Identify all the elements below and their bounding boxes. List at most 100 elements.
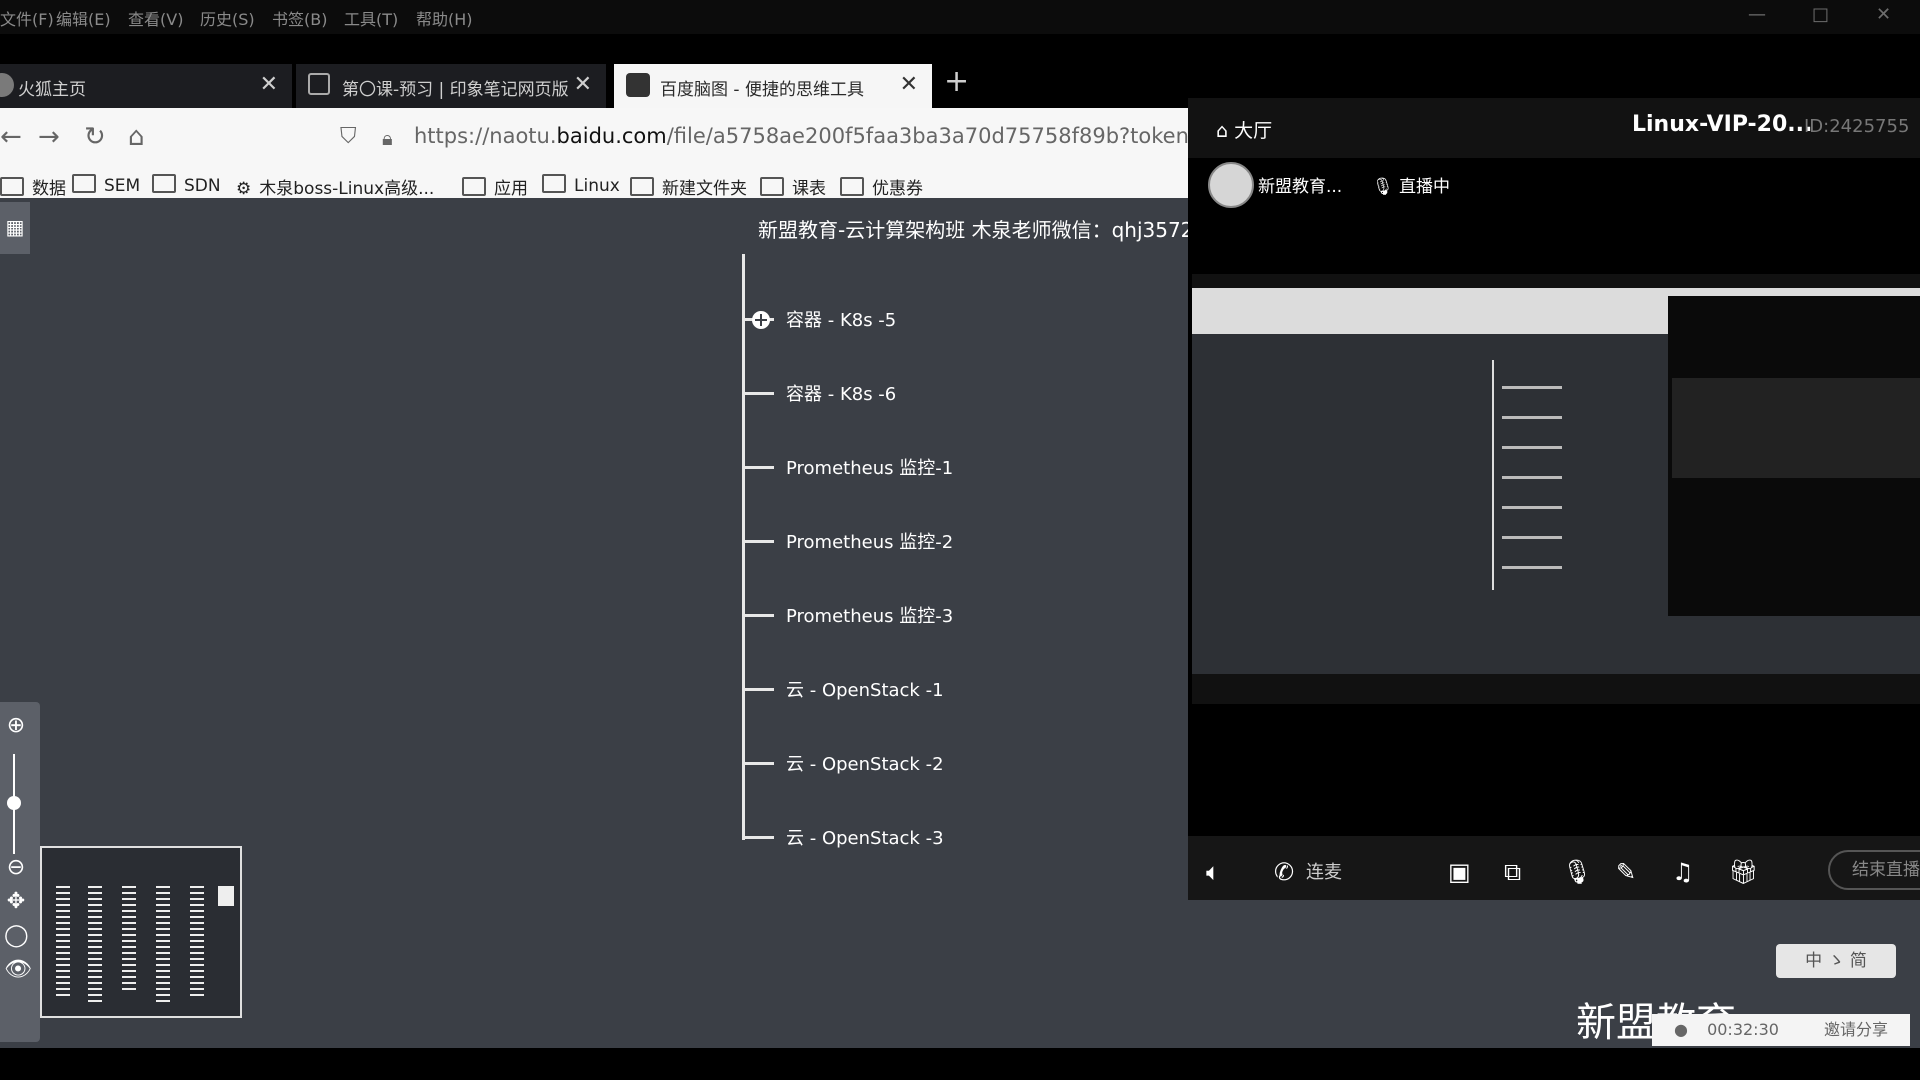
- mindmap-node[interactable]: 云 - OpenStack -1: [744, 676, 1004, 704]
- tab-firefox-home[interactable]: 火狐主页 ✕: [0, 64, 292, 108]
- mindmap-node[interactable]: Prometheus 监控-1: [744, 454, 1004, 482]
- preview-node: [1502, 416, 1562, 419]
- folder-icon: [0, 177, 24, 196]
- tab-baidu-naotu[interactable]: 百度脑图 - 便捷的思维工具 ✕: [614, 64, 932, 108]
- close-tab-icon[interactable]: ✕: [900, 72, 918, 97]
- bookmark-label: 优惠券: [872, 179, 923, 199]
- menu-view[interactable]: 查看(V): [128, 6, 183, 30]
- phone-icon[interactable]: ✆: [1274, 858, 1294, 886]
- reload-button[interactable]: ↻: [84, 122, 106, 152]
- mindmap-node[interactable]: 云 - OpenStack -2: [744, 750, 1004, 778]
- eye-icon[interactable]: 👁︎: [4, 958, 32, 982]
- preview-node: [1502, 386, 1562, 389]
- screen-share-icon[interactable]: ⧉: [1504, 858, 1521, 886]
- share-button[interactable]: 邀请分享: [1824, 1020, 1888, 1039]
- minimize-button[interactable]: —: [1748, 4, 1766, 25]
- apps-grid-icon[interactable]: ▦: [0, 202, 30, 254]
- bookmark-sem[interactable]: SEM: [72, 174, 140, 196]
- close-tab-icon[interactable]: ✕: [260, 72, 278, 97]
- menu-file[interactable]: 文件(F): [0, 6, 54, 30]
- minimap-column: [56, 886, 70, 996]
- locate-icon[interactable]: ◯: [4, 924, 29, 948]
- bookmark-label: SEM: [104, 176, 141, 196]
- preview-node: [1502, 536, 1562, 539]
- folder-icon: [152, 174, 176, 193]
- shield-icon[interactable]: ⛉: [340, 124, 357, 149]
- menu-edit[interactable]: 编辑(E): [56, 6, 111, 30]
- maximize-button[interactable]: □: [1812, 4, 1829, 25]
- bookmark-sdn[interactable]: SDN: [152, 174, 221, 196]
- mindmap-node[interactable]: 容器 - K8s -6: [744, 380, 1004, 408]
- home-button[interactable]: ⌂: [128, 122, 145, 152]
- bookmark-label: 新建文件夹: [662, 179, 747, 199]
- url-prefix: https://naotu.: [414, 124, 557, 148]
- preview-nested-screen: [1672, 378, 1920, 478]
- lock-icon[interactable]: 🔒︎: [382, 126, 393, 150]
- bookmark-apps[interactable]: 应用: [462, 174, 528, 199]
- bookmark-linux[interactable]: Linux: [542, 174, 620, 196]
- home-icon: ⌂: [1216, 120, 1235, 142]
- room-id: ID:2425755: [1804, 116, 1910, 137]
- minimap-column: [156, 886, 170, 1002]
- bookmark-data[interactable]: 数据: [0, 174, 66, 199]
- node-label: 云 - OpenStack -1: [786, 680, 944, 701]
- bookmark-coupons[interactable]: 优惠券: [840, 174, 923, 199]
- avatar[interactable]: [1208, 162, 1254, 208]
- live-toolbar: 🔈︎ ✆ 连麦 ▣ ⧉ 🎙︎ ✎ ♫ 🎁︎ 结束直播: [1188, 836, 1920, 900]
- menu-help[interactable]: 帮助(H): [416, 6, 473, 30]
- folder-icon: [760, 177, 784, 196]
- gift-icon[interactable]: 🎁︎: [1728, 858, 1758, 886]
- menu-history[interactable]: 历史(S): [200, 6, 255, 30]
- minimap-column: [190, 886, 204, 996]
- forward-button[interactable]: →: [38, 122, 60, 152]
- url-domain: baidu.com: [556, 124, 667, 148]
- zoom-panel: ⊕ ⊖ ✥ ◯ 👁︎: [0, 702, 40, 1042]
- stream-timer-bar: ● 00:32:30 邀请分享: [1652, 1014, 1910, 1046]
- host-name: 新盟教育...: [1258, 177, 1343, 197]
- close-window-button[interactable]: ✕: [1876, 4, 1891, 25]
- mic-link-button[interactable]: 连麦: [1306, 858, 1342, 884]
- camera-icon[interactable]: ▣: [1448, 858, 1471, 886]
- zoom-in-icon[interactable]: ⊕: [4, 714, 28, 738]
- music-icon[interactable]: ♫: [1672, 858, 1694, 886]
- node-label: 云 - OpenStack -3: [786, 828, 944, 849]
- edit-icon[interactable]: ✎: [1616, 858, 1636, 886]
- back-button[interactable]: ←: [0, 122, 22, 152]
- zoom-slider-thumb[interactable]: [7, 796, 21, 810]
- mindmap-node[interactable]: Prometheus 监控-2: [744, 528, 1004, 556]
- preview-node: [1502, 476, 1562, 479]
- mindmap-node[interactable]: Prometheus 监控-3: [744, 602, 1004, 630]
- zoom-out-icon[interactable]: ⊖: [4, 856, 28, 880]
- bookmark-new-folder[interactable]: 新建文件夹: [630, 174, 747, 199]
- microphone-icon[interactable]: 🎙︎: [1562, 858, 1592, 886]
- preview-node: [1502, 446, 1562, 449]
- speaker-icon[interactable]: 🔈︎: [1206, 858, 1220, 886]
- microphone-icon: 🎙︎: [1372, 177, 1399, 197]
- url-bar[interactable]: https://naotu.baidu.com/file/a5758ae200f…: [414, 124, 1281, 148]
- minimap-column: [88, 886, 102, 1002]
- close-tab-icon[interactable]: ✕: [574, 72, 592, 97]
- node-label: 容器 - K8s -6: [786, 384, 897, 405]
- bookmark-schedule[interactable]: 课表: [760, 174, 826, 199]
- menu-bookmarks[interactable]: 书签(B): [272, 6, 327, 30]
- bookmark-linux-advanced[interactable]: ⚙ 木泉boss-Linux高级...: [236, 174, 434, 199]
- bookmark-label: 课表: [792, 179, 826, 199]
- mindmap-node[interactable]: 容器 - K8s -5: [744, 306, 1004, 334]
- preview-branch-line: [1492, 360, 1494, 590]
- mindmap-node[interactable]: 云 - OpenStack -3: [744, 824, 1004, 852]
- end-live-button[interactable]: 结束直播: [1828, 850, 1920, 890]
- preview-taskbar: [1192, 674, 1920, 704]
- stream-timer: 00:32:30: [1707, 1020, 1779, 1039]
- menu-tools[interactable]: 工具(T): [344, 6, 398, 30]
- lobby-link[interactable]: ⌂ 大厅: [1216, 116, 1272, 143]
- tab-evernote[interactable]: 第〇课-预习 | 印象笔记网页版 ✕: [296, 64, 606, 108]
- new-tab-button[interactable]: +: [944, 64, 969, 99]
- node-label: Prometheus 监控-2: [786, 532, 954, 553]
- expand-node-icon[interactable]: [752, 311, 770, 329]
- menu-bar: 文件(F) 编辑(E) 查看(V) 历史(S) 书签(B) 工具(T) 帮助(H…: [0, 0, 1920, 34]
- bookmark-label: 木泉boss-Linux高级...: [259, 179, 435, 199]
- preview-node: [1502, 506, 1562, 509]
- minimap[interactable]: [40, 846, 242, 1018]
- move-icon[interactable]: ✥: [4, 890, 28, 914]
- ime-toolbar[interactable]: 中 ゝ 简: [1776, 944, 1896, 978]
